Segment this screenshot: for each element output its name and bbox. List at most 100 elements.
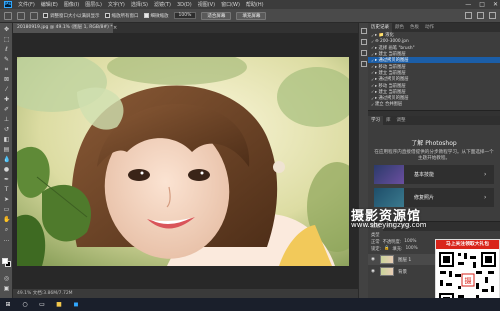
crop-tool-icon[interactable]: ⌗ <box>3 66 10 73</box>
close-window-button[interactable]: ✕ <box>493 1 498 8</box>
character-panel-icon[interactable] <box>360 61 367 67</box>
share-icon[interactable] <box>489 12 496 19</box>
photoshop-taskbar-icon[interactable]: ◼ <box>72 301 80 309</box>
menu-edit[interactable]: 编辑(E) <box>41 1 58 8</box>
blur-tool-icon[interactable]: 💧 <box>3 156 10 163</box>
history-row-label: ▸ 选择 画笔 "brush" <box>375 45 415 51</box>
menu-type[interactable]: 文字(Y) <box>108 1 125 8</box>
pen-tool-icon[interactable]: ✒ <box>3 176 10 183</box>
zoom-value-field[interactable]: 100% <box>173 12 197 19</box>
learn-description: 在应用程序内直接借提供的分步教程学习。从下面选择一个主题开始教程。 <box>374 150 494 161</box>
document-tab[interactable]: 20180919.jpg @ 49.1% (图层 1, RGB/8#) * × <box>13 23 117 33</box>
menu-file[interactable]: 文件(F) <box>18 1 35 8</box>
menu-3d[interactable]: 3D(D) <box>177 2 192 8</box>
lock-label: 锁定: <box>371 246 382 252</box>
frame-tool-icon[interactable]: ⊠ <box>3 76 10 83</box>
fit-screen-button[interactable]: 适合屏幕 <box>201 11 232 20</box>
lock-icon[interactable]: 🔒 <box>384 246 389 251</box>
search-icon[interactable] <box>465 12 472 19</box>
lasso-tool-icon[interactable]: ℓ <box>3 46 10 53</box>
properties-panel-icon[interactable] <box>360 39 367 45</box>
type-tool-icon[interactable]: T <box>3 186 10 193</box>
screen-mode-icon[interactable]: ▣ <box>3 285 10 292</box>
close-document-button[interactable]: × <box>113 23 117 33</box>
task-view-icon[interactable]: ▭ <box>38 301 46 309</box>
menu-select[interactable]: 选择(S) <box>131 1 148 8</box>
zoom-tool-icon[interactable] <box>4 11 12 20</box>
learn-card-basic-skills[interactable]: 基本技能 › <box>374 165 494 184</box>
layer-kind-filter[interactable]: 类型 <box>371 232 380 238</box>
zoom-canvas-tool-icon[interactable]: ⌕ <box>3 226 10 233</box>
quick-select-tool-icon[interactable]: ✎ <box>3 56 10 63</box>
dodge-tool-icon[interactable]: ● <box>3 166 10 173</box>
zoom-all-checkbox[interactable]: 缩放所有窗口 <box>104 13 139 19</box>
menu-help[interactable]: 帮助(H) <box>246 1 264 8</box>
menu-image[interactable]: 图像(I) <box>64 1 79 8</box>
menu-bar: Ps 文件(F) 编辑(E) 图像(I) 图层(L) 文字(Y) 选择(S) 滤… <box>0 0 500 9</box>
opacity-value[interactable]: 100% <box>404 239 416 244</box>
history-panel: 历史记录 颜色 色板 动作 ✓ ▸ 📁 液化 ✓ ⊖ 200-3000.jpn ✓ ▸ … <box>368 23 500 111</box>
history-panel-icon[interactable] <box>360 28 367 34</box>
tab-adjustments[interactable]: 调整 <box>394 116 409 125</box>
zoom-in-icon[interactable] <box>17 11 25 20</box>
history-row-label: ▸ 通过拷贝的图层 <box>375 96 409 102</box>
healing-brush-tool-icon[interactable]: ✚ <box>3 96 10 103</box>
history-list: ✓ ▸ 📁 液化 ✓ ⊖ 200-3000.jpn ✓ ▸ 选择 画笔 "brush" ✓… <box>368 32 500 108</box>
tab-swatches[interactable]: 色板 <box>407 23 422 32</box>
eye-icon[interactable]: ◉ <box>371 269 375 274</box>
menu-window[interactable]: 窗口(W) <box>221 1 240 8</box>
resize-windows-checkbox[interactable]: 调整窗口大小以满屏显示 <box>43 13 100 19</box>
history-row[interactable]: ✓ 建立 合并图层 <box>368 101 500 108</box>
maximize-button[interactable]: □ <box>479 1 485 8</box>
minimize-button[interactable]: — <box>465 1 471 8</box>
document-title: 20180919.jpg @ 49.1% (图层 1, RGB/8#) * <box>17 25 113 30</box>
menu-filter[interactable]: 滤镜(T) <box>154 1 171 8</box>
marquee-tool-icon[interactable]: ⬚ <box>3 36 10 43</box>
tab-libraries[interactable]: 库 <box>383 116 394 125</box>
brush-tool-icon[interactable]: ✐ <box>3 106 10 113</box>
fill-value[interactable]: 100% <box>405 246 417 251</box>
tab-learn[interactable]: 学习 <box>368 116 383 125</box>
path-select-tool-icon[interactable]: ➤ <box>3 196 10 203</box>
qr-banner-text: 马上关注领取大礼包 <box>436 240 499 249</box>
search-icon[interactable]: ○ <box>21 301 29 309</box>
tab-actions[interactable]: 动作 <box>422 23 437 32</box>
learn-card-thumbnail <box>374 165 404 184</box>
gradient-tool-icon[interactable]: ▤ <box>3 146 10 153</box>
chevron-right-icon: › <box>484 194 487 201</box>
file-explorer-icon[interactable]: ■ <box>55 301 63 309</box>
tab-history[interactable]: 历史记录 <box>368 23 392 32</box>
portrait-photo <box>17 57 349 266</box>
menu-view[interactable]: 视图(V) <box>198 1 215 8</box>
opacity-label: 不透明度: <box>382 239 402 245</box>
learn-title: 了解 Photoshop <box>411 140 457 147</box>
history-panel-tabs: 历史记录 颜色 色板 动作 <box>368 23 500 32</box>
clone-stamp-tool-icon[interactable]: ⊥ <box>3 116 10 123</box>
layer-name: 图层 1 <box>398 257 412 263</box>
canvas-photo[interactable] <box>17 57 349 266</box>
fill-screen-button[interactable]: 填充屏幕 <box>236 11 267 20</box>
tab-color[interactable]: 颜色 <box>392 23 407 32</box>
menu-layer[interactable]: 图层(L) <box>85 1 102 8</box>
hand-tool-icon[interactable]: ✋ <box>3 216 10 223</box>
shape-tool-icon[interactable]: ▭ <box>3 206 10 213</box>
more-tools-icon[interactable]: … <box>3 236 10 243</box>
photoshop-logo: Ps <box>4 1 12 8</box>
windows-start-icon[interactable]: ⊞ <box>4 301 12 309</box>
quick-mask-icon[interactable]: ◎ <box>3 275 10 282</box>
foreground-color-swatch[interactable] <box>2 258 8 264</box>
history-row-label: ▸ 建立 当前图层 <box>375 89 406 95</box>
eyedropper-tool-icon[interactable]: ⁄ <box>3 86 10 93</box>
blend-mode-select[interactable]: 正常 <box>371 239 380 245</box>
history-brush-tool-icon[interactable]: ↺ <box>3 126 10 133</box>
workspace-icon[interactable] <box>477 12 484 19</box>
paragraph-panel-icon[interactable] <box>360 50 367 56</box>
layer-filter-row: 类型 <box>368 231 500 238</box>
eye-icon[interactable]: ◉ <box>371 257 375 262</box>
eraser-tool-icon[interactable]: ◧ <box>3 136 10 143</box>
window-controls: — □ ✕ <box>465 0 498 9</box>
history-row-label: ⊖ 200-3000.jpn <box>375 38 409 44</box>
move-tool-icon[interactable]: ✥ <box>3 26 10 33</box>
zoom-out-icon[interactable] <box>30 11 38 20</box>
scrubby-zoom-checkbox[interactable]: 细微缩放 <box>143 13 169 19</box>
